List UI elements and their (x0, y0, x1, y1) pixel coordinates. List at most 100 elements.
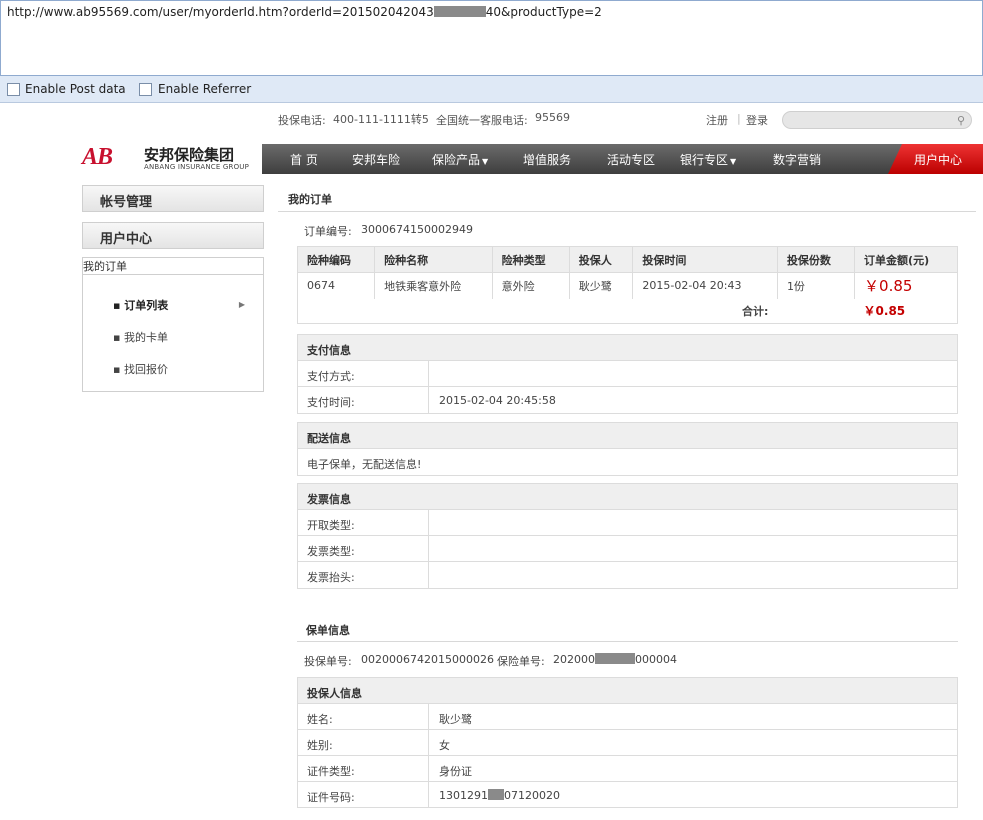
nav-products-label: 保险产品 (432, 153, 481, 167)
enable-post-checkbox[interactable] (7, 83, 20, 96)
url-text-prefix: http://www.ab95569.com/user/myorderId.ht… (7, 5, 434, 19)
sidebar-user-center[interactable]: 用户中心 (82, 222, 264, 249)
col-header: 投保人 (568, 246, 634, 273)
search-icon[interactable]: ⚲ (957, 114, 965, 127)
nav-car-insurance[interactable]: 安邦车险 (352, 151, 400, 168)
nav-digital[interactable]: 数字营销 (773, 151, 821, 168)
divider (428, 536, 429, 561)
phone-number: 400-111-1111转5 (333, 113, 429, 126)
payment-title: 支付信息 (298, 335, 957, 361)
sidebar-item-label: 我的卡单 (123, 331, 168, 344)
nav-user-center[interactable]: 用户中心 (888, 144, 983, 174)
nav-activities[interactable]: 活动专区 (607, 151, 655, 168)
table-total-row: 合计: ￥0.85 (297, 298, 958, 324)
login-link[interactable]: 登录 (746, 112, 768, 128)
holder-name-value: 耿少鹭 (439, 713, 472, 726)
enable-referrer-checkbox[interactable] (139, 83, 152, 96)
divider (428, 562, 429, 588)
sidebar-account[interactable]: 帐号管理 (82, 185, 264, 212)
search-input[interactable]: ⚲ (782, 111, 972, 129)
sidebar-item-order-list[interactable]: ▪ 订单列表 (113, 297, 168, 313)
sidebar-item-my-cards[interactable]: ▪ 我的卡单 (113, 329, 168, 345)
redaction-block (488, 789, 504, 800)
policy-title: 保单信息 (306, 624, 350, 637)
holder-name-label: 姓名: (307, 713, 333, 726)
payment-time-value: 2015-02-04 20:45:58 (439, 394, 556, 407)
delivery-row: 电子保单，无配送信息! (298, 449, 957, 475)
cell-name: 地铁乘客意外险 (374, 272, 493, 299)
redaction-block (433, 6, 486, 17)
order-table: 险种编码 险种名称 险种类型 投保人 投保时间 投保份数 订单金额(元) 067… (296, 246, 958, 324)
logo-mark: AB (82, 144, 113, 170)
cell-type: 意外险 (491, 272, 570, 299)
invoice-row: 发票类型: (298, 536, 957, 562)
cell-time: 2015-02-04 20:43 (632, 272, 778, 299)
app-no-label: 投保单号: (304, 655, 352, 668)
total-amount: ￥0.85 (854, 298, 958, 324)
cell-count: 1份 (776, 272, 856, 299)
delivery-title: 配送信息 (298, 423, 957, 449)
chevron-down-icon: ▼ (730, 157, 737, 166)
payment-section: 支付信息 支付方式: 支付时间: 2015-02-04 20:45:58 (297, 334, 958, 414)
table-row: 0674 地铁乘客意外险 意外险 耿少鹭 2015-02-04 20:43 1份… (296, 272, 958, 299)
holder-id-no-prefix: 1301291 (439, 789, 488, 802)
sidebar-item-label: 找回报价 (123, 363, 168, 376)
invoice-section: 发票信息 开取类型: 发票类型: 发票抬头: (297, 483, 958, 589)
invoice-row: 开取类型: (298, 510, 957, 536)
holder-row: 姓名: 耿少鹭 (298, 704, 957, 730)
sidebar-item-find-quote[interactable]: ▪ 找回报价 (113, 361, 168, 377)
holder-id-no-label: 证件号码: (307, 791, 355, 804)
table-header-row: 险种编码 险种名称 险种类型 投保人 投保时间 投保份数 订单金额(元) (296, 246, 958, 273)
register-link[interactable]: 注册 (706, 112, 728, 128)
empty-cell (777, 298, 855, 324)
nav-home[interactable]: 首 页 (290, 151, 318, 168)
divider (428, 756, 429, 781)
divider (428, 387, 429, 413)
total-label: 合计: (297, 298, 778, 324)
divider (428, 730, 429, 755)
enable-referrer-label: Enable Referrer (158, 82, 252, 96)
policy-no: 202000 000004 (553, 653, 677, 666)
policy-no-label: 保险单号: (497, 655, 545, 668)
holder-id-no-suffix: 07120020 (504, 789, 560, 802)
redaction-block (595, 653, 635, 664)
cell-holder: 耿少鹭 (568, 272, 634, 299)
divider (297, 641, 958, 642)
policy-no-prefix: 202000 (553, 653, 595, 666)
service-label: 全国统一客服电话: (436, 114, 528, 127)
divider (428, 782, 429, 807)
url-field[interactable]: http://www.ab95569.com/user/myorderId.ht… (0, 0, 983, 76)
url-text-suffix: 40&productType=2 (485, 5, 602, 19)
chevron-down-icon: ▼ (482, 157, 489, 166)
col-header: 险种名称 (374, 246, 493, 273)
holder-gender-label: 姓别: (307, 739, 333, 752)
options-bar: Enable Post data Enable Referrer (0, 76, 983, 103)
holder-id-type-value: 身份证 (439, 765, 472, 778)
sidebar-orders-label[interactable]: 我的订单 (83, 258, 263, 275)
nav-products[interactable]: 保险产品 ▼ (432, 151, 488, 168)
nav-bank-label: 银行专区 (680, 153, 729, 167)
col-header: 投保份数 (776, 246, 856, 273)
holder-title: 投保人信息 (298, 678, 957, 704)
main-nav: 首 页 安邦车险 保险产品 ▼ 增值服务 活动专区 银行专区 ▼ 数字营销 用户中心 (262, 144, 983, 174)
phone-label: 投保电话: (278, 114, 326, 127)
nav-bank[interactable]: 银行专区 ▼ (680, 151, 736, 168)
divider (428, 704, 429, 729)
order-no-label: 订单编号: (304, 225, 352, 238)
holder-row: 证件号码: 1301291 07120020 (298, 782, 957, 808)
cell-code: 0674 (296, 272, 376, 299)
order-no: 3000674150002949 (361, 223, 473, 236)
logo-cn-text: 安邦保险集团 (144, 146, 235, 164)
enable-post-label: Enable Post data (25, 82, 126, 96)
sidebar-account-label: 帐号管理 (82, 185, 264, 212)
sidebar-orders: 我的订单 ▪ 订单列表 ▶ ▪ 我的卡单 ▪ 找回报价 (82, 257, 264, 392)
divider: | (737, 112, 741, 125)
holder-section: 投保人信息 姓名: 耿少鹭 姓别: 女 证件类型: 身份证 证件号码: 1301291 0… (297, 677, 958, 808)
divider (278, 211, 976, 212)
nav-value-added[interactable]: 增值服务 (523, 151, 571, 168)
divider (428, 361, 429, 386)
invoice-open-type-label: 开取类型: (307, 519, 355, 532)
page-title: 我的订单 (288, 193, 332, 206)
invoice-title: 发票信息 (298, 484, 957, 510)
divider (428, 510, 429, 535)
